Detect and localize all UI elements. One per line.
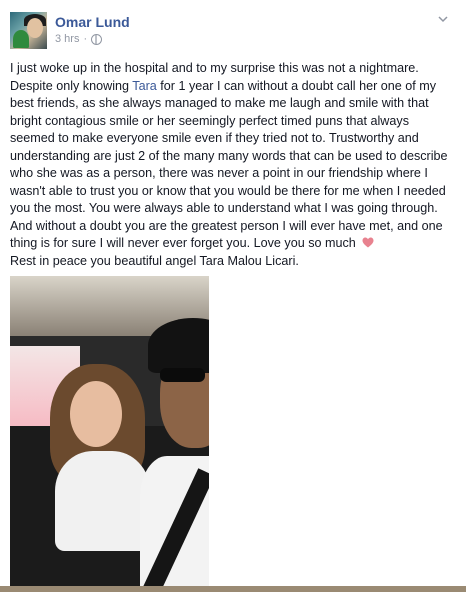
tagged-friend-link[interactable]: Tara: [132, 79, 157, 93]
post-card: Omar Lund 3 hrs · I just woke up in the …: [0, 0, 466, 586]
author-avatar[interactable]: [10, 12, 47, 49]
author-name[interactable]: Omar Lund: [55, 14, 130, 30]
meta-separator: ·: [83, 33, 88, 45]
bottom-border: [0, 586, 466, 592]
post-body: I just woke up in the hospital and to my…: [10, 60, 456, 270]
post-timestamp[interactable]: 3 hrs: [55, 33, 79, 45]
post-photo[interactable]: [10, 276, 209, 586]
post-closing-line: Rest in peace you beautiful angel Tara M…: [10, 253, 299, 268]
post-text-main: for 1 year I can without a doubt call he…: [10, 78, 448, 251]
globe-icon[interactable]: [91, 33, 103, 45]
post-meta: 3 hrs ·: [55, 33, 103, 45]
heart-icon: [362, 237, 374, 248]
chevron-down-icon[interactable]: [438, 14, 448, 24]
